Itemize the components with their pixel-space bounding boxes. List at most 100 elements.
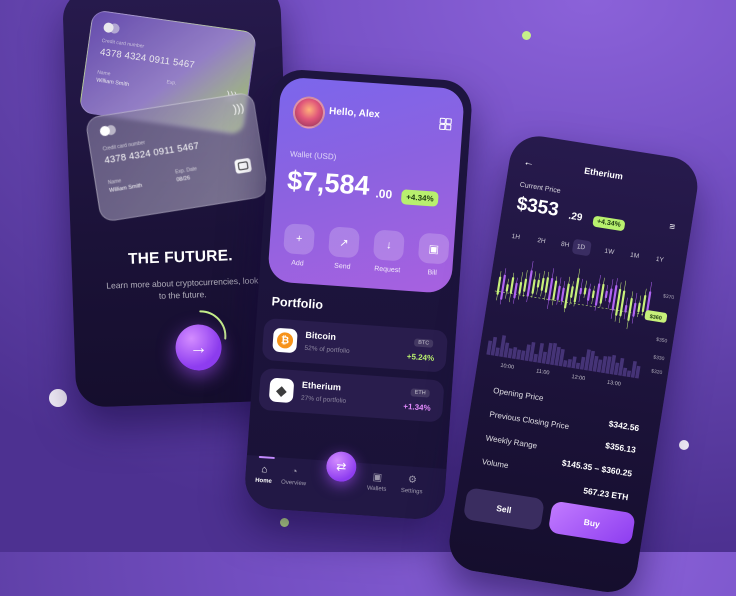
swap-button[interactable]: ⇄ [325, 450, 358, 483]
volume-bars [486, 335, 641, 379]
grid-icon[interactable] [439, 117, 452, 131]
decor-dot [49, 389, 67, 407]
greeting: Hello, Alex [328, 105, 381, 121]
timeframe-2h[interactable]: 2H [537, 237, 546, 245]
volume-bar [575, 362, 581, 370]
nav-wallets[interactable]: ▣ Wallets [367, 472, 388, 493]
stat-label-opening-price: Opening Price [492, 386, 545, 403]
card-holder-name: William Smith [95, 77, 130, 89]
stat-label-weekly-range: Weekly Range [485, 433, 538, 451]
decor-dot [679, 440, 689, 450]
bottom-nav: ⌂ Home ◔ Overview ⇄ ▣ Wallets ⚙ Settings [243, 450, 447, 521]
price-tick: $330 [653, 355, 665, 363]
wallet-icon: ▣ [372, 471, 383, 484]
sliders-icon[interactable]: ≡ [668, 222, 675, 234]
volume-bar [494, 347, 500, 357]
card-name-caption: Name [96, 69, 111, 78]
volume-bar [622, 367, 628, 377]
avatar[interactable] [291, 95, 327, 130]
nav-active-indicator [258, 455, 275, 460]
balance-change-badge: +4.34% [400, 189, 440, 207]
asset-name: Etherium [301, 379, 342, 393]
nav-overview-label: Overview [280, 479, 307, 488]
candle [645, 291, 652, 314]
card-name-caption: Name [107, 178, 122, 187]
coin-detail-screen: ← Etherium Current Price $353 .29 +4.34%… [445, 132, 702, 596]
candlestick-chart[interactable]: $360 $370 $350 $330 $320 10:00 11:00 12:… [477, 249, 683, 397]
candle [573, 277, 580, 303]
volume-bar [567, 358, 572, 368]
volume-bar [516, 349, 522, 360]
volume-bar [562, 360, 568, 368]
price-change-badge: +4.34% [592, 215, 626, 232]
stat-value-weekly-range: $356.13 [604, 440, 637, 455]
decor-dot [522, 31, 531, 40]
send-button[interactable]: ↗ Send [327, 226, 361, 271]
timeframe-1d[interactable]: 1D [576, 243, 585, 251]
wallet-balance-cents: .00 [375, 186, 393, 202]
candle [505, 284, 509, 292]
add-button[interactable]: + Add [282, 223, 316, 268]
nav-home[interactable]: ⌂ Home [255, 464, 273, 485]
card-number: 4378 4324 0911 5467 [99, 46, 196, 71]
current-price-label: Current Price [519, 181, 562, 195]
decor-dot [280, 518, 289, 527]
candle [583, 287, 587, 295]
candle [570, 286, 574, 298]
onboarding-subtitle: Learn more about cryptocurrencies, look … [106, 275, 259, 301]
stat-value-eth-volume: 567.23 ETH [582, 485, 630, 503]
arrow-right-icon: → [189, 336, 208, 358]
wallet-label: Wallet (USD) [289, 149, 337, 162]
nav-settings-label: Settings [400, 487, 423, 496]
candle [513, 282, 518, 299]
stat-label-previous-close: Previous Closing Price [488, 409, 570, 432]
card-logo-icon [102, 22, 121, 35]
timeframe-1y[interactable]: 1Y [655, 256, 664, 264]
nav-home-label: Home [254, 477, 273, 485]
nav-settings[interactable]: ⚙ Settings [401, 474, 424, 495]
request-button[interactable]: ↓ Request [372, 229, 405, 274]
candle [531, 279, 536, 294]
card-logo-icon [99, 124, 117, 137]
candle [586, 288, 591, 301]
asset-ticker: ETH [410, 388, 430, 398]
candle [608, 288, 613, 303]
bitcoin-icon: ₿ [272, 327, 298, 354]
buy-button[interactable]: Buy [547, 500, 636, 546]
contactless-icon: ))) [232, 102, 245, 116]
timeframe-1m[interactable]: 1M [630, 252, 640, 260]
current-price-cents: .29 [567, 210, 584, 224]
candle [641, 294, 647, 313]
asset-change: +5.24% [406, 351, 435, 363]
send-label: Send [333, 262, 351, 271]
bill-button[interactable]: ▣ Bill [417, 232, 450, 278]
time-tick: 13:00 [607, 380, 622, 388]
nav-overview[interactable]: ◔ Overview [280, 466, 307, 488]
sell-button[interactable]: Sell [462, 487, 545, 531]
candle [627, 297, 633, 321]
candle [509, 277, 515, 294]
card-exp-caption: Exp. [166, 79, 177, 87]
current-price: $353 [515, 193, 561, 221]
timeframe-8h[interactable]: 8H [560, 241, 569, 249]
candle [544, 277, 550, 293]
card-chip-icon [234, 157, 253, 175]
candle [556, 285, 561, 301]
asset-change: +1.34% [403, 401, 431, 413]
wallet-icon: ▣ [417, 232, 450, 265]
volume-bar [520, 350, 526, 361]
candle [540, 277, 545, 291]
home-icon: ⌂ [260, 464, 268, 476]
asset-row-bitcoin[interactable]: ₿ Bitcoin 52% of portfolio BTC +5.24% [261, 317, 449, 373]
candle [518, 281, 523, 295]
candle [560, 287, 565, 302]
asset-share: 27% of portfolio [300, 394, 347, 405]
stat-label-volume: Volume [481, 457, 510, 471]
candle [637, 302, 641, 313]
timeframe-1h[interactable]: 1H [511, 233, 520, 241]
price-tick: $350 [656, 337, 668, 345]
candles [496, 261, 652, 330]
timeframe-1w[interactable]: 1W [604, 248, 615, 256]
candle [604, 290, 608, 299]
asset-row-etherium[interactable]: ◆ Etherium 27% of portfolio ETH +1.34% [258, 367, 445, 423]
